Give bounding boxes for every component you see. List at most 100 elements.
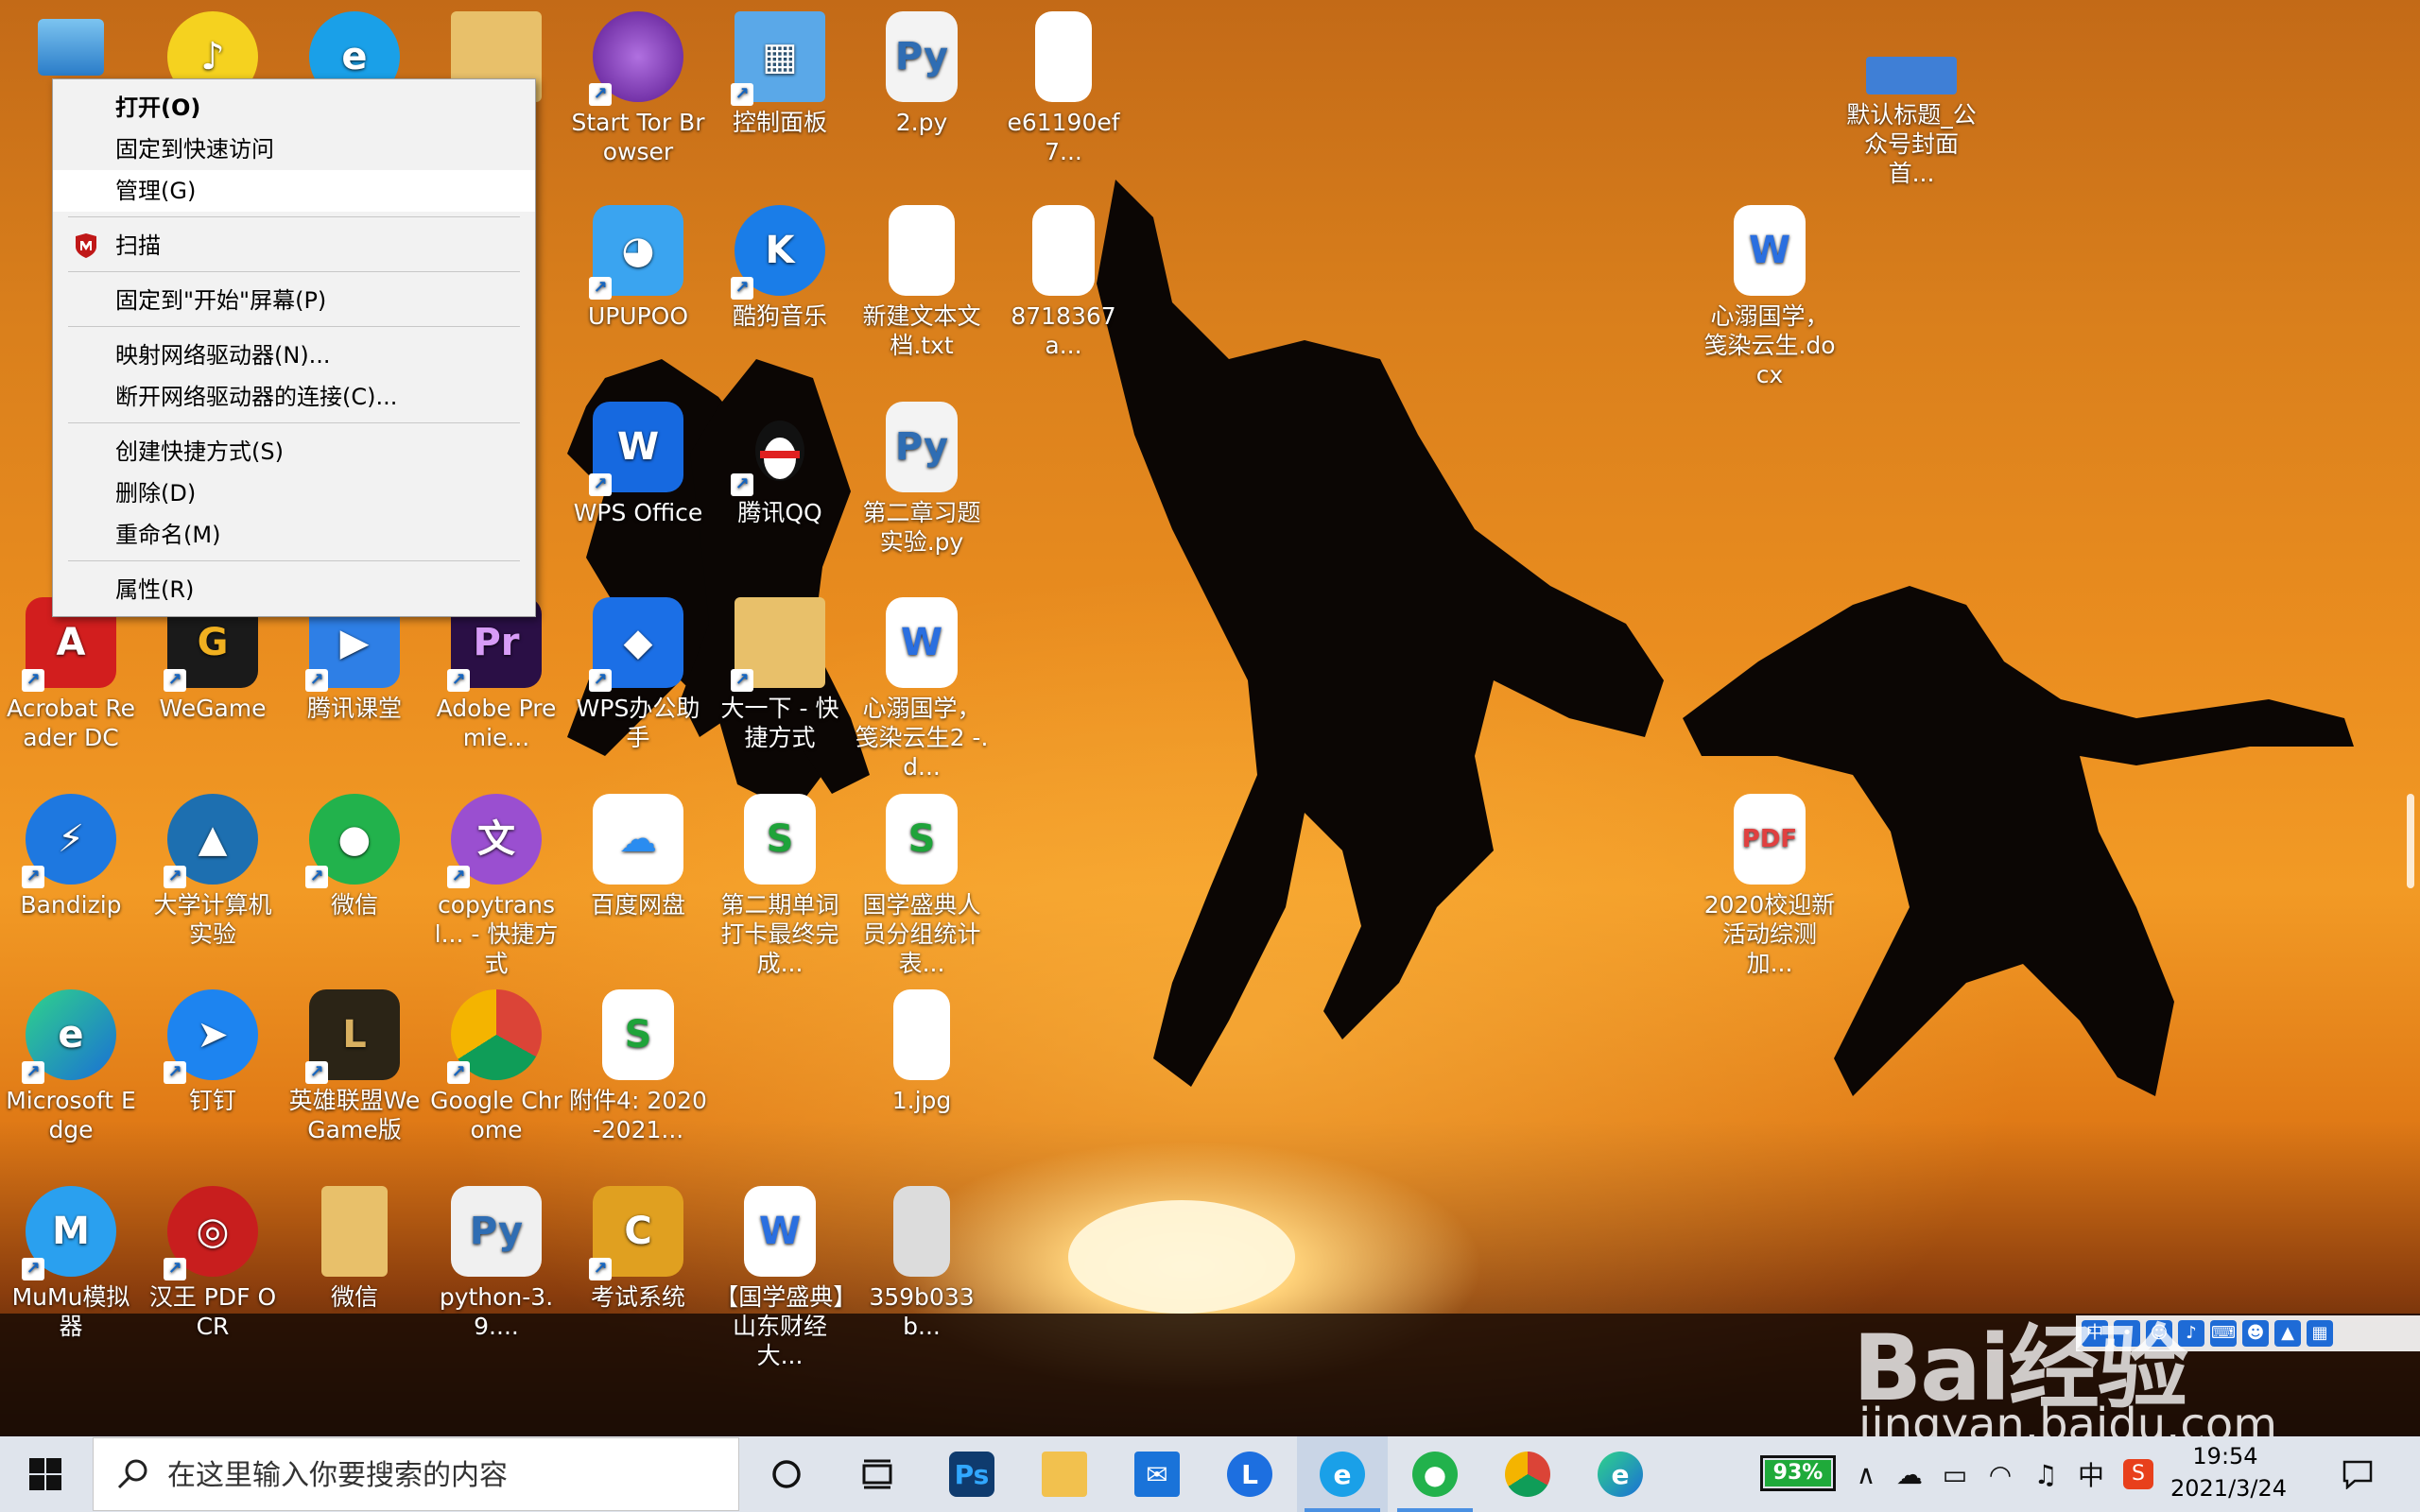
taskbar-app-browser-e[interactable]: e bbox=[1297, 1436, 1388, 1512]
menu-item-map-network-drive[interactable]: 映射网络驱动器(N)... bbox=[53, 335, 535, 376]
taskbar-search-box[interactable] bbox=[93, 1437, 739, 1511]
menu-item-pin-start[interactable]: 固定到"开始"屏幕(P) bbox=[53, 280, 535, 321]
desktop-icon-label: 酷狗音乐 bbox=[732, 302, 827, 330]
desktop-icon-wechat-folder[interactable]: 微信 bbox=[284, 1175, 425, 1364]
spreadsheet-icon: S bbox=[602, 989, 674, 1080]
desktop-icon-cover[interactable]: 默认标题_公众号封面首... bbox=[1841, 0, 1982, 189]
desktop-icon-fujian4[interactable]: S 附件4: 2020-2021... bbox=[567, 978, 709, 1167]
desktop-icon-label: Bandizip bbox=[20, 891, 122, 919]
desktop-icon-8718[interactable]: 8718367a... bbox=[993, 194, 1134, 383]
desktop-icon-newtxt[interactable]: 新建文本文档.txt bbox=[851, 194, 993, 383]
image-file-icon bbox=[1035, 11, 1092, 102]
shortcut-arrow-icon: ↗ bbox=[22, 866, 44, 888]
desktop-icon-xinni-docx[interactable]: W 心溺国学，笺染云生.docx bbox=[1699, 194, 1841, 388]
desktop-icon-guoxue-table[interactable]: S 国学盛典人员分组统计表... bbox=[851, 782, 993, 977]
onedrive-cloud-icon[interactable]: ☁ bbox=[1889, 1436, 1930, 1512]
taskbar-app-l[interactable]: L bbox=[1204, 1436, 1295, 1512]
menu-item-manage[interactable]: 管理(G) bbox=[53, 170, 535, 212]
desktop-icon-e61190[interactable]: e61190ef7... bbox=[993, 0, 1134, 189]
ime-label: 中 bbox=[2077, 1460, 2104, 1491]
battery-indicator[interactable]: 93% bbox=[1760, 1455, 1836, 1491]
menu-item-create-shortcut[interactable]: 创建快捷方式(S) bbox=[53, 431, 535, 472]
image-file-icon bbox=[893, 989, 950, 1080]
sogou-input-icon[interactable]: S bbox=[2118, 1436, 2159, 1512]
desktop-icon-exam[interactable]: C ↗ 考试系统 bbox=[567, 1175, 709, 1364]
menu-item-delete[interactable]: 删除(D) bbox=[53, 472, 535, 514]
desktop-icon-label: 钉钉 bbox=[188, 1087, 236, 1114]
desktop-icon-edge[interactable]: e ↗ Microsoft Edge bbox=[0, 978, 142, 1167]
image-file-icon bbox=[893, 1186, 950, 1277]
desktop-icon-wps[interactable]: W ↗ WPS Office bbox=[567, 390, 709, 579]
kugou-icon: K ↗ bbox=[731, 205, 825, 300]
shortcut-arrow-icon: ↗ bbox=[731, 473, 753, 496]
shortcut-arrow-icon: ↗ bbox=[164, 866, 186, 888]
desktop-icon-label: 359b033b... bbox=[869, 1283, 975, 1340]
notification-bubble-icon bbox=[2342, 1460, 2373, 1489]
menu-item-scan[interactable]: 扫描 bbox=[53, 225, 535, 266]
baidu-jingyan-watermark: Bai经验 jingyan.baidu.com bbox=[1853, 1257, 2420, 1452]
cortana-button[interactable] bbox=[741, 1436, 832, 1512]
desktop-icon-copytransl[interactable]: 文 ↗ copytransl... - 快捷方式 bbox=[425, 782, 567, 977]
tray-overflow-chevron-icon[interactable]: ∧ bbox=[1847, 1436, 1885, 1512]
menu-item-label: 断开网络驱动器的连接(C)... bbox=[115, 384, 398, 410]
system-clock[interactable]: 19:54 2021/3/24 bbox=[2170, 1440, 2287, 1504]
folder-icon bbox=[1042, 1452, 1087, 1497]
search-input[interactable] bbox=[165, 1452, 717, 1499]
menu-item-pin-quick-access[interactable]: 固定到快速访问 bbox=[53, 129, 535, 170]
wifi-icon[interactable]: ◠ bbox=[1979, 1436, 2021, 1512]
desktop-icon-control-panel[interactable]: ▦ ↗ 控制面板 bbox=[709, 0, 851, 189]
desktop-icon-label: Microsoft Edge bbox=[6, 1087, 136, 1143]
volume-icon[interactable]: ♫ bbox=[2025, 1436, 2066, 1512]
notification-center-icon[interactable] bbox=[2329, 1436, 2386, 1512]
desktop-icon-cs-exp[interactable]: ▲ ↗ 大学计算机实验 bbox=[142, 782, 284, 971]
menu-item-disconnect-network-drive[interactable]: 断开网络驱动器的连接(C)... bbox=[53, 376, 535, 418]
desktop-icon-dingding[interactable]: ➤ ↗ 钉钉 bbox=[142, 978, 284, 1167]
taskbar-app-chrome[interactable] bbox=[1482, 1436, 1573, 1512]
desktop-icon-label: 第二期单词打卡最终完成... bbox=[720, 891, 839, 977]
desktop-icon-danci[interactable]: S 第二期单词打卡最终完成... bbox=[709, 782, 851, 977]
menu-item-properties[interactable]: 属性(R) bbox=[53, 569, 535, 610]
desktop-icon-mumu[interactable]: M ↗ MuMu模拟器 bbox=[0, 1175, 142, 1364]
edge-icon: e bbox=[1598, 1452, 1643, 1497]
desktop-icon-bandizip[interactable]: ⚡ ↗ Bandizip bbox=[0, 782, 142, 971]
ime-indicator[interactable]: 中 bbox=[2070, 1436, 2112, 1512]
desktop-icon-py2[interactable]: Py 2.py bbox=[851, 0, 993, 189]
menu-item-open[interactable]: 打开(O) bbox=[53, 87, 535, 129]
desktop-icon-lol[interactable]: L ↗ 英雄联盟WeGame版 bbox=[284, 978, 425, 1167]
control-panel-icon: ▦ ↗ bbox=[731, 11, 825, 106]
desktop-icon-label: 2.py bbox=[895, 109, 948, 136]
desktop-icon-pdf2020[interactable]: PDF 2020校迎新活动综测加... bbox=[1699, 782, 1841, 977]
taskbar-app-file-explorer[interactable] bbox=[1019, 1436, 1110, 1512]
task-view-button[interactable] bbox=[832, 1436, 923, 1512]
desktop-icon-label: 大学计算机实验 bbox=[153, 891, 272, 948]
menu-item-rename[interactable]: 重命名(M) bbox=[53, 514, 535, 556]
desktop-icon-hanwang[interactable]: ◎ ↗ 汉王 PDF OCR bbox=[142, 1175, 284, 1364]
desktop-icon-wechat[interactable]: ● ↗ 微信 bbox=[284, 782, 425, 971]
desktop-icon-chrome[interactable]: ↗ Google Chrome bbox=[425, 978, 567, 1167]
desktop-icon-upupoo[interactable]: ◕ ↗ UPUPOO bbox=[567, 194, 709, 383]
desktop-icon-label: 新建文本文档.txt bbox=[862, 302, 981, 359]
spreadsheet-icon: S bbox=[744, 794, 816, 885]
desktop-icon-label: 8718367a... bbox=[1011, 302, 1116, 359]
desktop-icon-guoxue-doc[interactable]: W 【国学盛典】山东财经大... bbox=[709, 1175, 851, 1369]
document-icon: W bbox=[744, 1186, 816, 1277]
desktop-icon-ch2py[interactable]: Py 第二章习题实验.py bbox=[851, 390, 993, 579]
taskbar-app-wechat[interactable]: ● bbox=[1390, 1436, 1480, 1512]
desktop-icon-qq[interactable]: ↗ 腾讯QQ bbox=[709, 390, 851, 579]
desktop-icon-tor[interactable]: ↗ Start Tor Browser bbox=[567, 0, 709, 189]
taskbar-app-photoshop[interactable]: Ps bbox=[926, 1436, 1017, 1512]
taskbar-app-edge[interactable]: e bbox=[1575, 1436, 1666, 1512]
battery-icon[interactable]: ▭ bbox=[1934, 1436, 1976, 1512]
desktop-icon-dayixia[interactable]: ↗ 大一下 - 快捷方式 bbox=[709, 586, 851, 775]
desktop-icon-label: Acrobat Reader DC bbox=[7, 695, 135, 751]
taskbar-app-mail[interactable]: ✉ bbox=[1112, 1436, 1202, 1512]
desktop-icon-python39[interactable]: Py python-3.9.... bbox=[425, 1175, 567, 1364]
desktop-icon-kugou[interactable]: K ↗ 酷狗音乐 bbox=[709, 194, 851, 383]
shortcut-arrow-icon: ↗ bbox=[164, 669, 186, 692]
start-button[interactable] bbox=[0, 1436, 90, 1512]
desktop-icon-baidupan[interactable]: ☁ 百度网盘 bbox=[567, 782, 709, 971]
desktop-icon-xinni2[interactable]: W 心溺国学，笺染云生2 -.d... bbox=[851, 586, 993, 781]
desktop-icon-jpg1[interactable]: 1.jpg bbox=[851, 978, 993, 1167]
desktop-icon-wps-helper[interactable]: ◆ ↗ WPS办公助手 bbox=[567, 586, 709, 775]
desktop-icon-359b[interactable]: 359b033b... bbox=[851, 1175, 993, 1364]
